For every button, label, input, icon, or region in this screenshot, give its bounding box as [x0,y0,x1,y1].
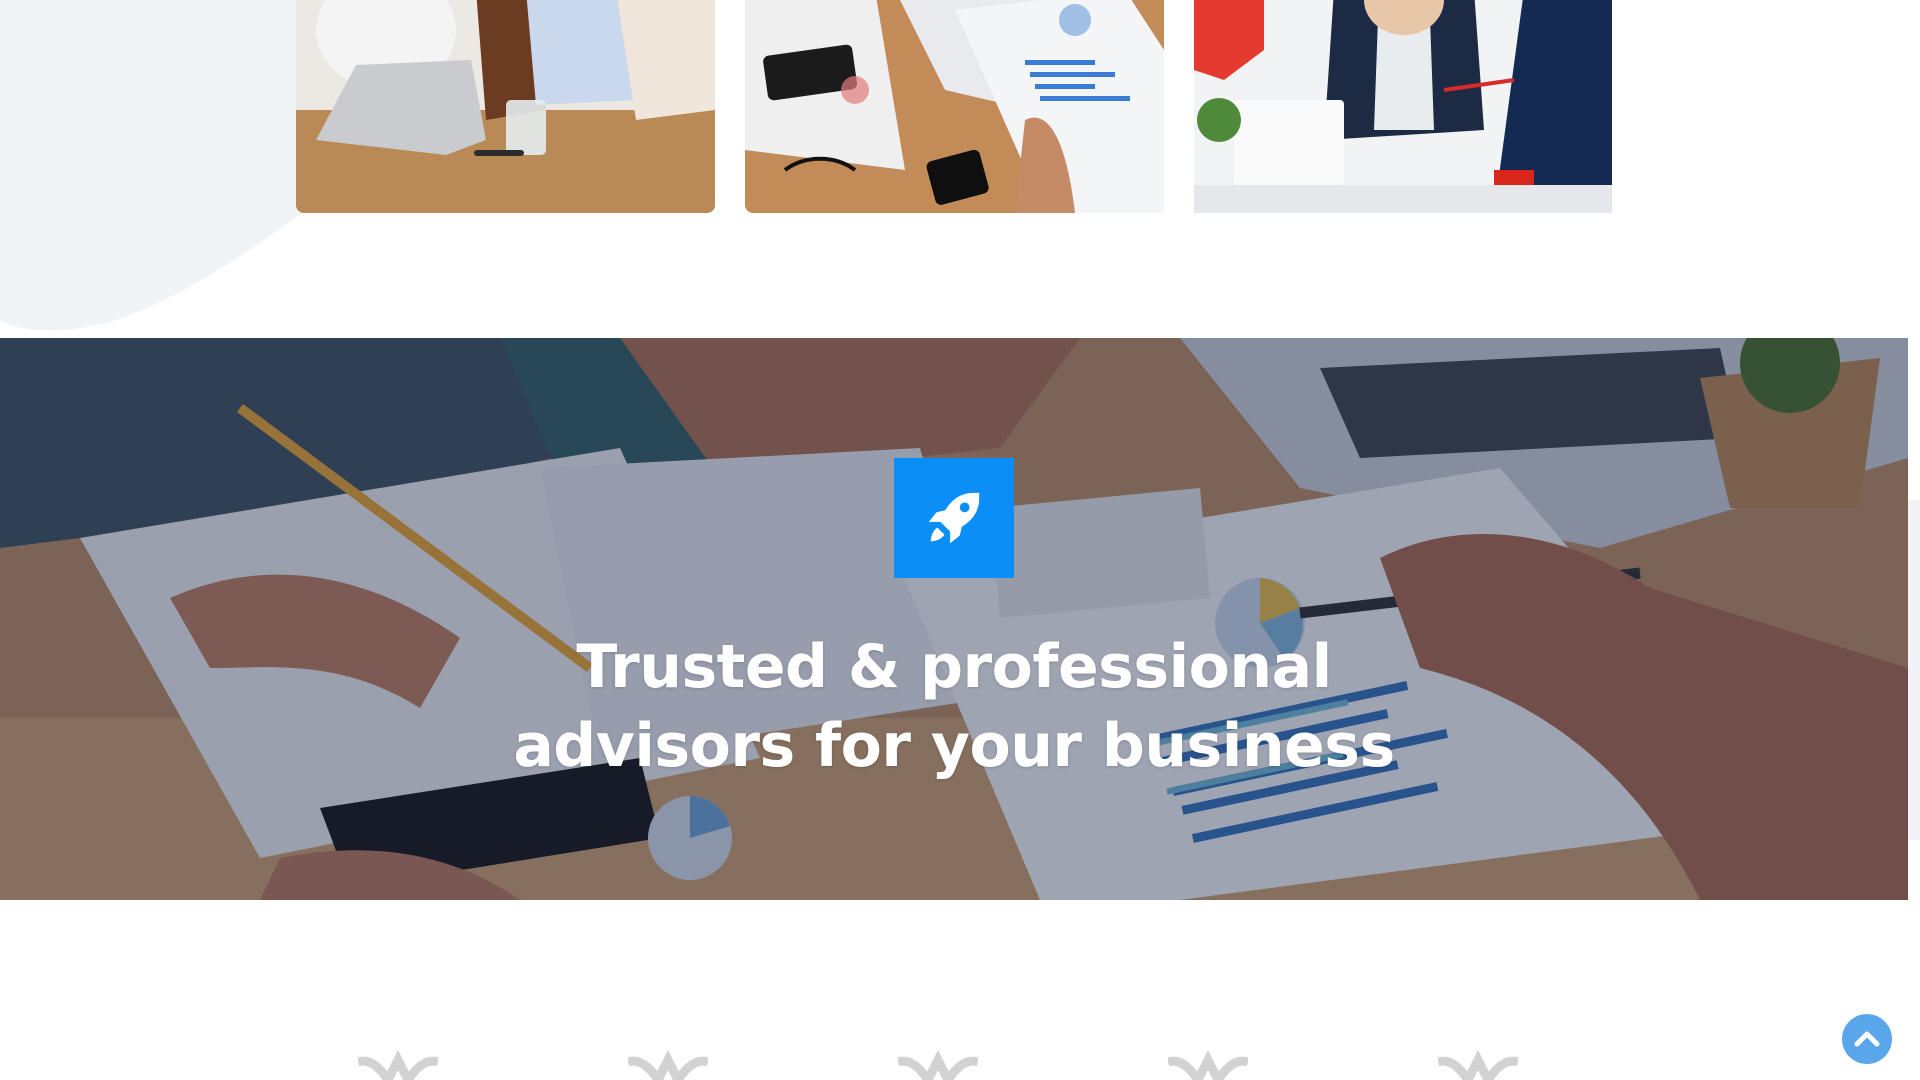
chevron-up-icon [1854,1031,1880,1047]
hero-title: Trusted & professional advisors for your… [0,628,1908,786]
page: Trusted & professional advisors for your… [0,0,1920,1080]
rocket-icon-box [894,458,1014,578]
partner-logo-icon [628,1050,708,1080]
hero-overlay [0,338,1908,900]
team-meeting-image [296,0,715,213]
partner-logo-icon [1168,1050,1248,1080]
hero-title-line-2: advisors for your business [513,711,1395,781]
hero-title-line-1: Trusted & professional [576,632,1332,702]
partner-logo-row [0,1050,1920,1080]
photo-card-business-presentation[interactable] [1194,0,1612,213]
hero-banner: Trusted & professional advisors for your… [0,338,1908,900]
business-presentation-image [1194,0,1612,213]
partner-logo-icon [1438,1050,1518,1080]
financial-charts-image [745,0,1164,213]
photo-card-team-meeting[interactable] [296,0,715,213]
partner-logo-icon [898,1050,978,1080]
scrollbar-track[interactable] [1908,500,1920,840]
back-to-top-button[interactable] [1842,1014,1892,1064]
photo-card-financial-charts[interactable] [745,0,1164,213]
rocket-icon [928,492,980,544]
partner-logo-icon [358,1050,438,1080]
